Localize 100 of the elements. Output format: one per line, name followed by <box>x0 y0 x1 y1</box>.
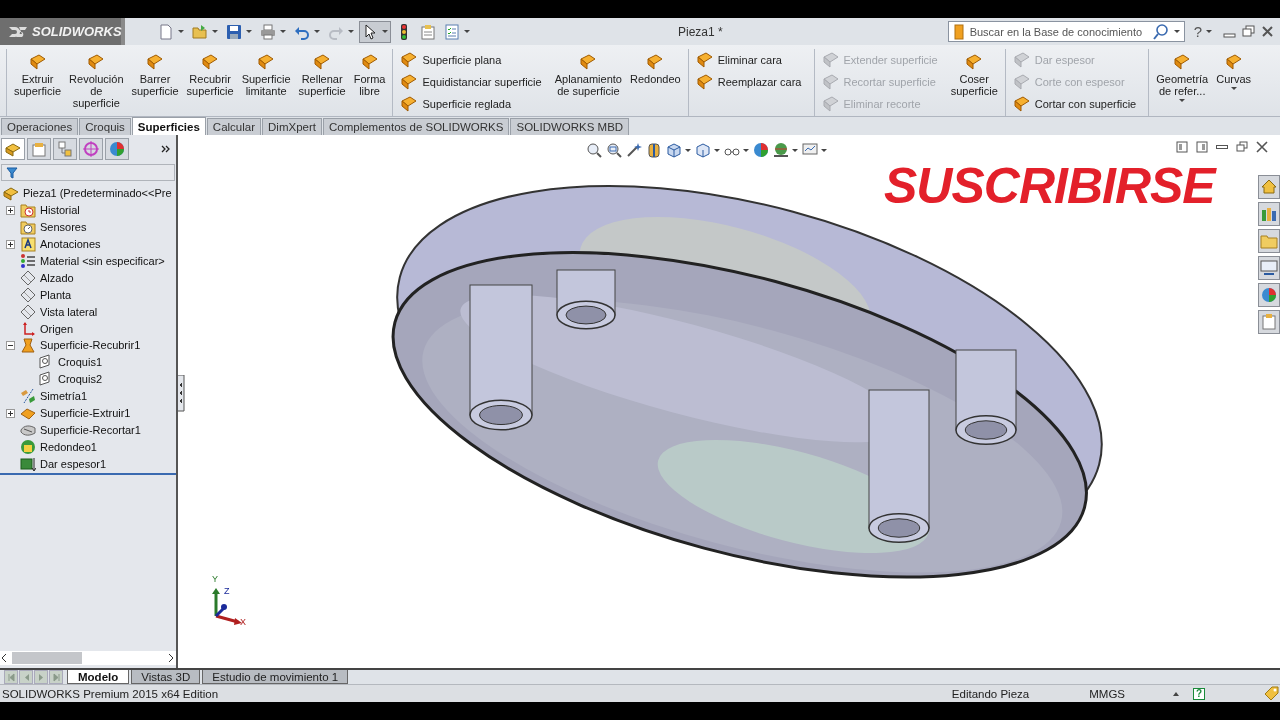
tree-item[interactable]: Superficie-Recubrir1 <box>38 339 141 352</box>
ribbon-button[interactable]: Equidistanciar superficie <box>397 71 544 92</box>
ribbon-button[interactable]: Eliminar cara <box>692 49 804 70</box>
model-tab[interactable]: Modelo <box>67 670 130 684</box>
help-button[interactable]: ? <box>1190 20 1215 43</box>
view-tool-button[interactable] <box>586 142 602 158</box>
tree-item[interactable]: Vista lateral <box>38 305 98 318</box>
printer-icon <box>260 23 276 40</box>
view-tool-button[interactable] <box>695 142 720 158</box>
tree-item[interactable]: Pieza1 (Predeterminado<<Pre <box>21 187 172 200</box>
tree-item[interactable]: Redondeo1 <box>38 440 97 453</box>
model-tab[interactable]: Vistas 3D <box>131 670 201 684</box>
window-control[interactable] <box>1236 141 1248 153</box>
command-tab[interactable]: SOLIDWORKS MBD <box>510 118 630 135</box>
view-tool-button[interactable] <box>773 142 798 158</box>
view-tool-button[interactable] <box>666 142 691 158</box>
wand-icon <box>626 142 642 158</box>
ribbon-button[interactable]: Reemplazar cara <box>692 71 804 92</box>
ribbon-button[interactable]: Redondeo <box>626 49 684 116</box>
command-tab[interactable]: Operaciones <box>1 118 79 135</box>
product-edition: SOLIDWORKS Premium 2015 x64 Edition <box>2 687 219 700</box>
task-pane-button[interactable] <box>1258 202 1280 226</box>
checklist-icon <box>444 23 460 40</box>
expand-toggle[interactable] <box>6 205 18 215</box>
plane-icon <box>20 303 36 320</box>
ribbon-button[interactable]: Geometría de refer... <box>1153 49 1212 116</box>
ribbon-button[interactable]: Superficie reglada <box>397 93 544 114</box>
command-tab[interactable]: Croquis <box>79 118 131 135</box>
tile-icon <box>1176 141 1188 153</box>
tree-item[interactable]: Anotaciones <box>38 238 101 251</box>
sheet-icon <box>399 95 418 112</box>
tree-item[interactable]: Dar espesor1 <box>38 457 107 470</box>
task-pane-button[interactable] <box>1258 256 1280 280</box>
close-icon <box>1256 141 1268 153</box>
manager-tab[interactable] <box>79 137 103 160</box>
window-control[interactable] <box>1176 141 1188 153</box>
ribbon-button[interactable]: Coser superficie <box>947 49 1001 116</box>
window-control[interactable] <box>1196 141 1208 153</box>
unit-system[interactable]: MMGS <box>1089 687 1125 700</box>
cube-icon <box>666 142 682 158</box>
restore-icon[interactable] <box>1242 25 1255 38</box>
ribbon-button[interactable]: Superficie limitante <box>238 49 294 116</box>
ribbon-button[interactable]: Revolución de superficie <box>66 49 127 116</box>
manager-tab[interactable] <box>1 137 25 160</box>
tree-item[interactable]: Superficie-Recortar1 <box>38 423 141 436</box>
ribbon-button[interactable]: Rellenar superficie <box>295 49 349 116</box>
tree-item[interactable]: Material <sin especificar> <box>38 255 165 267</box>
tree-item[interactable]: Superficie-Extruir1 <box>38 407 131 419</box>
tree-item[interactable]: Croquis2 <box>56 373 103 386</box>
task-pane-button[interactable] <box>1258 310 1280 334</box>
command-tab[interactable]: Calcular <box>206 118 262 135</box>
scrollbar[interactable] <box>0 651 176 665</box>
tree-item[interactable]: Origen <box>38 322 74 335</box>
tree-item[interactable]: Croquis1 <box>56 356 103 369</box>
ribbon-button[interactable]: Superficie plana <box>397 49 544 70</box>
filter-bar[interactable] <box>1 164 175 181</box>
ribbon-button[interactable]: Curvas <box>1213 49 1255 116</box>
expand-toggle[interactable] <box>6 340 18 350</box>
part-icon <box>3 185 19 202</box>
ribbon-button[interactable]: Cortar con superficie <box>1009 93 1139 114</box>
ribbon-button[interactable]: Forma libre <box>350 49 389 116</box>
brand-name: SOLIDWORKS <box>32 24 122 39</box>
task-pane-button[interactable] <box>1258 283 1280 307</box>
command-tab[interactable]: DimXpert <box>262 118 322 135</box>
tree-item[interactable]: Planta <box>38 288 72 301</box>
expand-toggle[interactable] <box>6 239 18 249</box>
restore-icon <box>1236 141 1248 153</box>
manager-tab[interactable] <box>105 137 129 160</box>
expand-toggle[interactable] <box>6 408 18 418</box>
help-button[interactable]: ? <box>1193 687 1205 700</box>
property-icon <box>31 140 47 157</box>
close-icon[interactable] <box>1261 25 1274 38</box>
tree-item[interactable]: Sensores <box>38 221 87 234</box>
scrollbar-thumb[interactable] <box>12 652 82 664</box>
manager-tab[interactable] <box>27 137 51 160</box>
command-tab[interactable]: Complementos de SOLIDWORKS <box>323 118 510 135</box>
view-tool-button[interactable] <box>646 142 662 158</box>
view-tool-button[interactable] <box>606 142 622 158</box>
collapse-handle-icon[interactable] <box>178 375 186 412</box>
ribbon-button[interactable]: Barrer superficie <box>128 49 182 116</box>
manager-tab[interactable] <box>53 137 77 160</box>
model-tab[interactable]: Estudio de movimiento 1 <box>202 670 349 684</box>
tree-item[interactable]: Alzado <box>38 271 74 284</box>
up-caret-icon[interactable] <box>1173 691 1179 696</box>
view-tool-button[interactable] <box>626 142 642 158</box>
toolbar-button[interactable] <box>359 20 391 43</box>
view-tool-button[interactable] <box>802 142 827 158</box>
select-arrow-icon <box>362 23 378 40</box>
window-control[interactable] <box>1256 141 1268 153</box>
search-icon <box>1152 23 1169 40</box>
task-pane-button[interactable] <box>1258 175 1280 199</box>
ribbon-button[interactable]: Recubrir superficie <box>183 49 237 116</box>
ribbon-button[interactable]: Aplanamiento de superficie <box>551 49 625 116</box>
command-tab[interactable]: Superficies <box>131 117 206 135</box>
view-tool-button[interactable] <box>753 142 769 158</box>
ribbon-button[interactable]: Extruir superficie <box>11 49 65 116</box>
tree-item[interactable]: Historial <box>38 204 80 217</box>
tree-item[interactable]: Simetría1 <box>38 390 88 403</box>
caret-icon <box>464 30 470 33</box>
search-field[interactable]: Buscar en la Base de conocimiento <box>947 21 1185 42</box>
